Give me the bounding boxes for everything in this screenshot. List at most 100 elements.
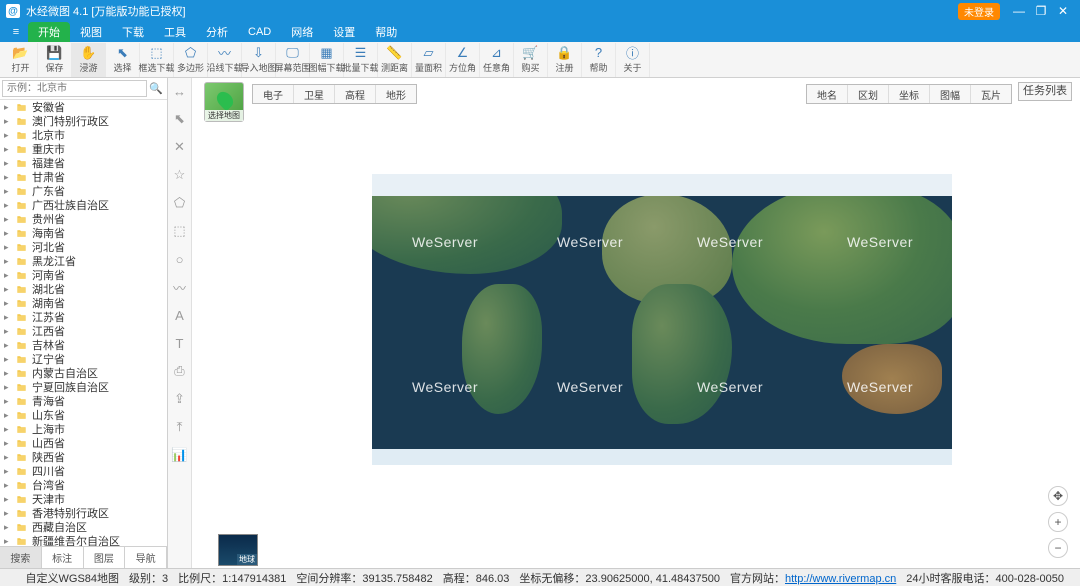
- ribbon-浸游[interactable]: ✋浸游: [72, 43, 106, 77]
- mode-tab-区划[interactable]: 区划: [848, 85, 889, 103]
- ribbon-批量下载[interactable]: ☰批量下载: [344, 43, 378, 77]
- tree-node[interactable]: ▸广东省: [0, 184, 167, 198]
- tree-node[interactable]: ▸新疆维吾尔自治区: [0, 534, 167, 546]
- menu-item-0[interactable]: 开始: [28, 22, 70, 42]
- expand-icon[interactable]: ▸: [4, 396, 14, 407]
- tree-node[interactable]: ▸吉林省: [0, 338, 167, 352]
- tree-node[interactable]: ▸福建省: [0, 156, 167, 170]
- tree-node[interactable]: ▸宁夏回族自治区: [0, 380, 167, 394]
- side-tool-6[interactable]: ○: [171, 250, 189, 268]
- tree-node[interactable]: ▸海南省: [0, 226, 167, 240]
- mode-tab-瓦片[interactable]: 瓦片: [971, 85, 1011, 103]
- tree-node[interactable]: ▸黑龙江省: [0, 254, 167, 268]
- search-input[interactable]: [2, 80, 147, 97]
- mode-tab-地名[interactable]: 地名: [807, 85, 848, 103]
- tree-node[interactable]: ▸山西省: [0, 436, 167, 450]
- tree-node[interactable]: ▸内蒙古自治区: [0, 366, 167, 380]
- tree-node[interactable]: ▸河北省: [0, 240, 167, 254]
- mode-tab-卫星[interactable]: 卫星: [294, 85, 335, 103]
- expand-icon[interactable]: ▸: [4, 102, 14, 113]
- expand-icon[interactable]: ▸: [4, 354, 14, 365]
- menu-item-6[interactable]: 网络: [281, 22, 323, 42]
- ribbon-注册[interactable]: 🔒注册: [548, 43, 582, 77]
- expand-icon[interactable]: ▸: [4, 410, 14, 421]
- hamburger-icon[interactable]: ≡: [4, 22, 28, 42]
- tree-node[interactable]: ▸青海省: [0, 394, 167, 408]
- ribbon-框选下载[interactable]: ⬚框选下载: [140, 43, 174, 77]
- tree-node[interactable]: ▸辽宁省: [0, 352, 167, 366]
- menu-item-7[interactable]: 设置: [323, 22, 365, 42]
- expand-icon[interactable]: ▸: [4, 452, 14, 463]
- expand-icon[interactable]: ▸: [4, 242, 14, 253]
- tree-node[interactable]: ▸西藏自治区: [0, 520, 167, 534]
- tree-node[interactable]: ▸湖北省: [0, 282, 167, 296]
- maximize-button[interactable]: ❐: [1030, 4, 1052, 18]
- login-badge[interactable]: 未登录: [958, 3, 1000, 20]
- ribbon-任意角[interactable]: ⊿任意角: [480, 43, 514, 77]
- ribbon-打开[interactable]: 📂打开: [4, 43, 38, 77]
- tree-node[interactable]: ▸河南省: [0, 268, 167, 282]
- menu-item-2[interactable]: 下载: [112, 22, 154, 42]
- expand-icon[interactable]: ▸: [4, 312, 14, 323]
- map-source-thumb[interactable]: 选择地图: [204, 82, 244, 122]
- ribbon-沿线下载[interactable]: 〰沿线下载: [208, 43, 242, 77]
- expand-icon[interactable]: ▸: [4, 116, 14, 127]
- tree-node[interactable]: ▸台湾省: [0, 478, 167, 492]
- task-list-button[interactable]: 任务列表: [1018, 82, 1072, 101]
- side-tool-9[interactable]: T: [171, 334, 189, 352]
- expand-icon[interactable]: ▸: [4, 186, 14, 197]
- ribbon-选择[interactable]: ⬉选择: [106, 43, 140, 77]
- expand-icon[interactable]: ▸: [4, 438, 14, 449]
- tree-node[interactable]: ▸湖南省: [0, 296, 167, 310]
- expand-icon[interactable]: ▸: [4, 200, 14, 211]
- side-tool-11[interactable]: ⇪: [171, 390, 189, 408]
- side-tool-7[interactable]: 〰: [171, 278, 189, 296]
- site-link[interactable]: http://www.rivermap.cn: [785, 573, 896, 585]
- ribbon-方位角[interactable]: ∠方位角: [446, 43, 480, 77]
- menu-item-8[interactable]: 帮助: [365, 22, 407, 42]
- tree-node[interactable]: ▸陕西省: [0, 450, 167, 464]
- ribbon-多边形[interactable]: ⬠多边形: [174, 43, 208, 77]
- expand-icon[interactable]: ▸: [4, 214, 14, 225]
- zoom-in-button[interactable]: +: [1048, 512, 1068, 532]
- region-tree[interactable]: ▸安徽省▸澳门特别行政区▸北京市▸重庆市▸福建省▸甘肃省▸广东省▸广西壮族自治区…: [0, 100, 167, 546]
- search-icon[interactable]: 🔍: [147, 82, 165, 95]
- zoom-out-button[interactable]: −: [1048, 538, 1068, 558]
- ribbon-购买[interactable]: 🛒购买: [514, 43, 548, 77]
- view-thumb-earth[interactable]: 地球: [218, 534, 258, 566]
- close-button[interactable]: ✕: [1052, 4, 1074, 18]
- tree-node[interactable]: ▸贵州省: [0, 212, 167, 226]
- expand-icon[interactable]: ▸: [4, 228, 14, 239]
- tree-node[interactable]: ▸山东省: [0, 408, 167, 422]
- expand-icon[interactable]: ▸: [4, 536, 14, 547]
- expand-icon[interactable]: ▸: [4, 144, 14, 155]
- ribbon-保存[interactable]: 💾保存: [38, 43, 72, 77]
- expand-icon[interactable]: ▸: [4, 158, 14, 169]
- side-tool-12[interactable]: ⤒: [171, 418, 189, 436]
- ribbon-导入地图[interactable]: ⇩导入地图: [242, 43, 276, 77]
- ribbon-屏幕范围[interactable]: 🖵屏幕范围: [276, 43, 310, 77]
- left-tab-搜索[interactable]: 搜索: [0, 547, 42, 568]
- side-tool-10[interactable]: ⎙: [171, 362, 189, 380]
- menu-item-1[interactable]: 视图: [70, 22, 112, 42]
- expand-icon[interactable]: ▸: [4, 270, 14, 281]
- minimize-button[interactable]: —: [1008, 4, 1030, 18]
- side-tool-2[interactable]: ✕: [171, 138, 189, 156]
- expand-icon[interactable]: ▸: [4, 480, 14, 491]
- mode-tab-电子[interactable]: 电子: [253, 85, 294, 103]
- pan-button[interactable]: ✥: [1048, 486, 1068, 506]
- ribbon-测距离[interactable]: 📏测距离: [378, 43, 412, 77]
- side-tool-1[interactable]: ⬉: [171, 110, 189, 128]
- menu-item-4[interactable]: 分析: [196, 22, 238, 42]
- expand-icon[interactable]: ▸: [4, 326, 14, 337]
- expand-icon[interactable]: ▸: [4, 522, 14, 533]
- left-tab-标注[interactable]: 标注: [42, 547, 84, 568]
- expand-icon[interactable]: ▸: [4, 298, 14, 309]
- expand-icon[interactable]: ▸: [4, 172, 14, 183]
- tree-node[interactable]: ▸安徽省: [0, 100, 167, 114]
- side-tool-8[interactable]: A: [171, 306, 189, 324]
- tree-node[interactable]: ▸甘肃省: [0, 170, 167, 184]
- expand-icon[interactable]: ▸: [4, 382, 14, 393]
- expand-icon[interactable]: ▸: [4, 508, 14, 519]
- left-tab-导航[interactable]: 导航: [125, 547, 167, 568]
